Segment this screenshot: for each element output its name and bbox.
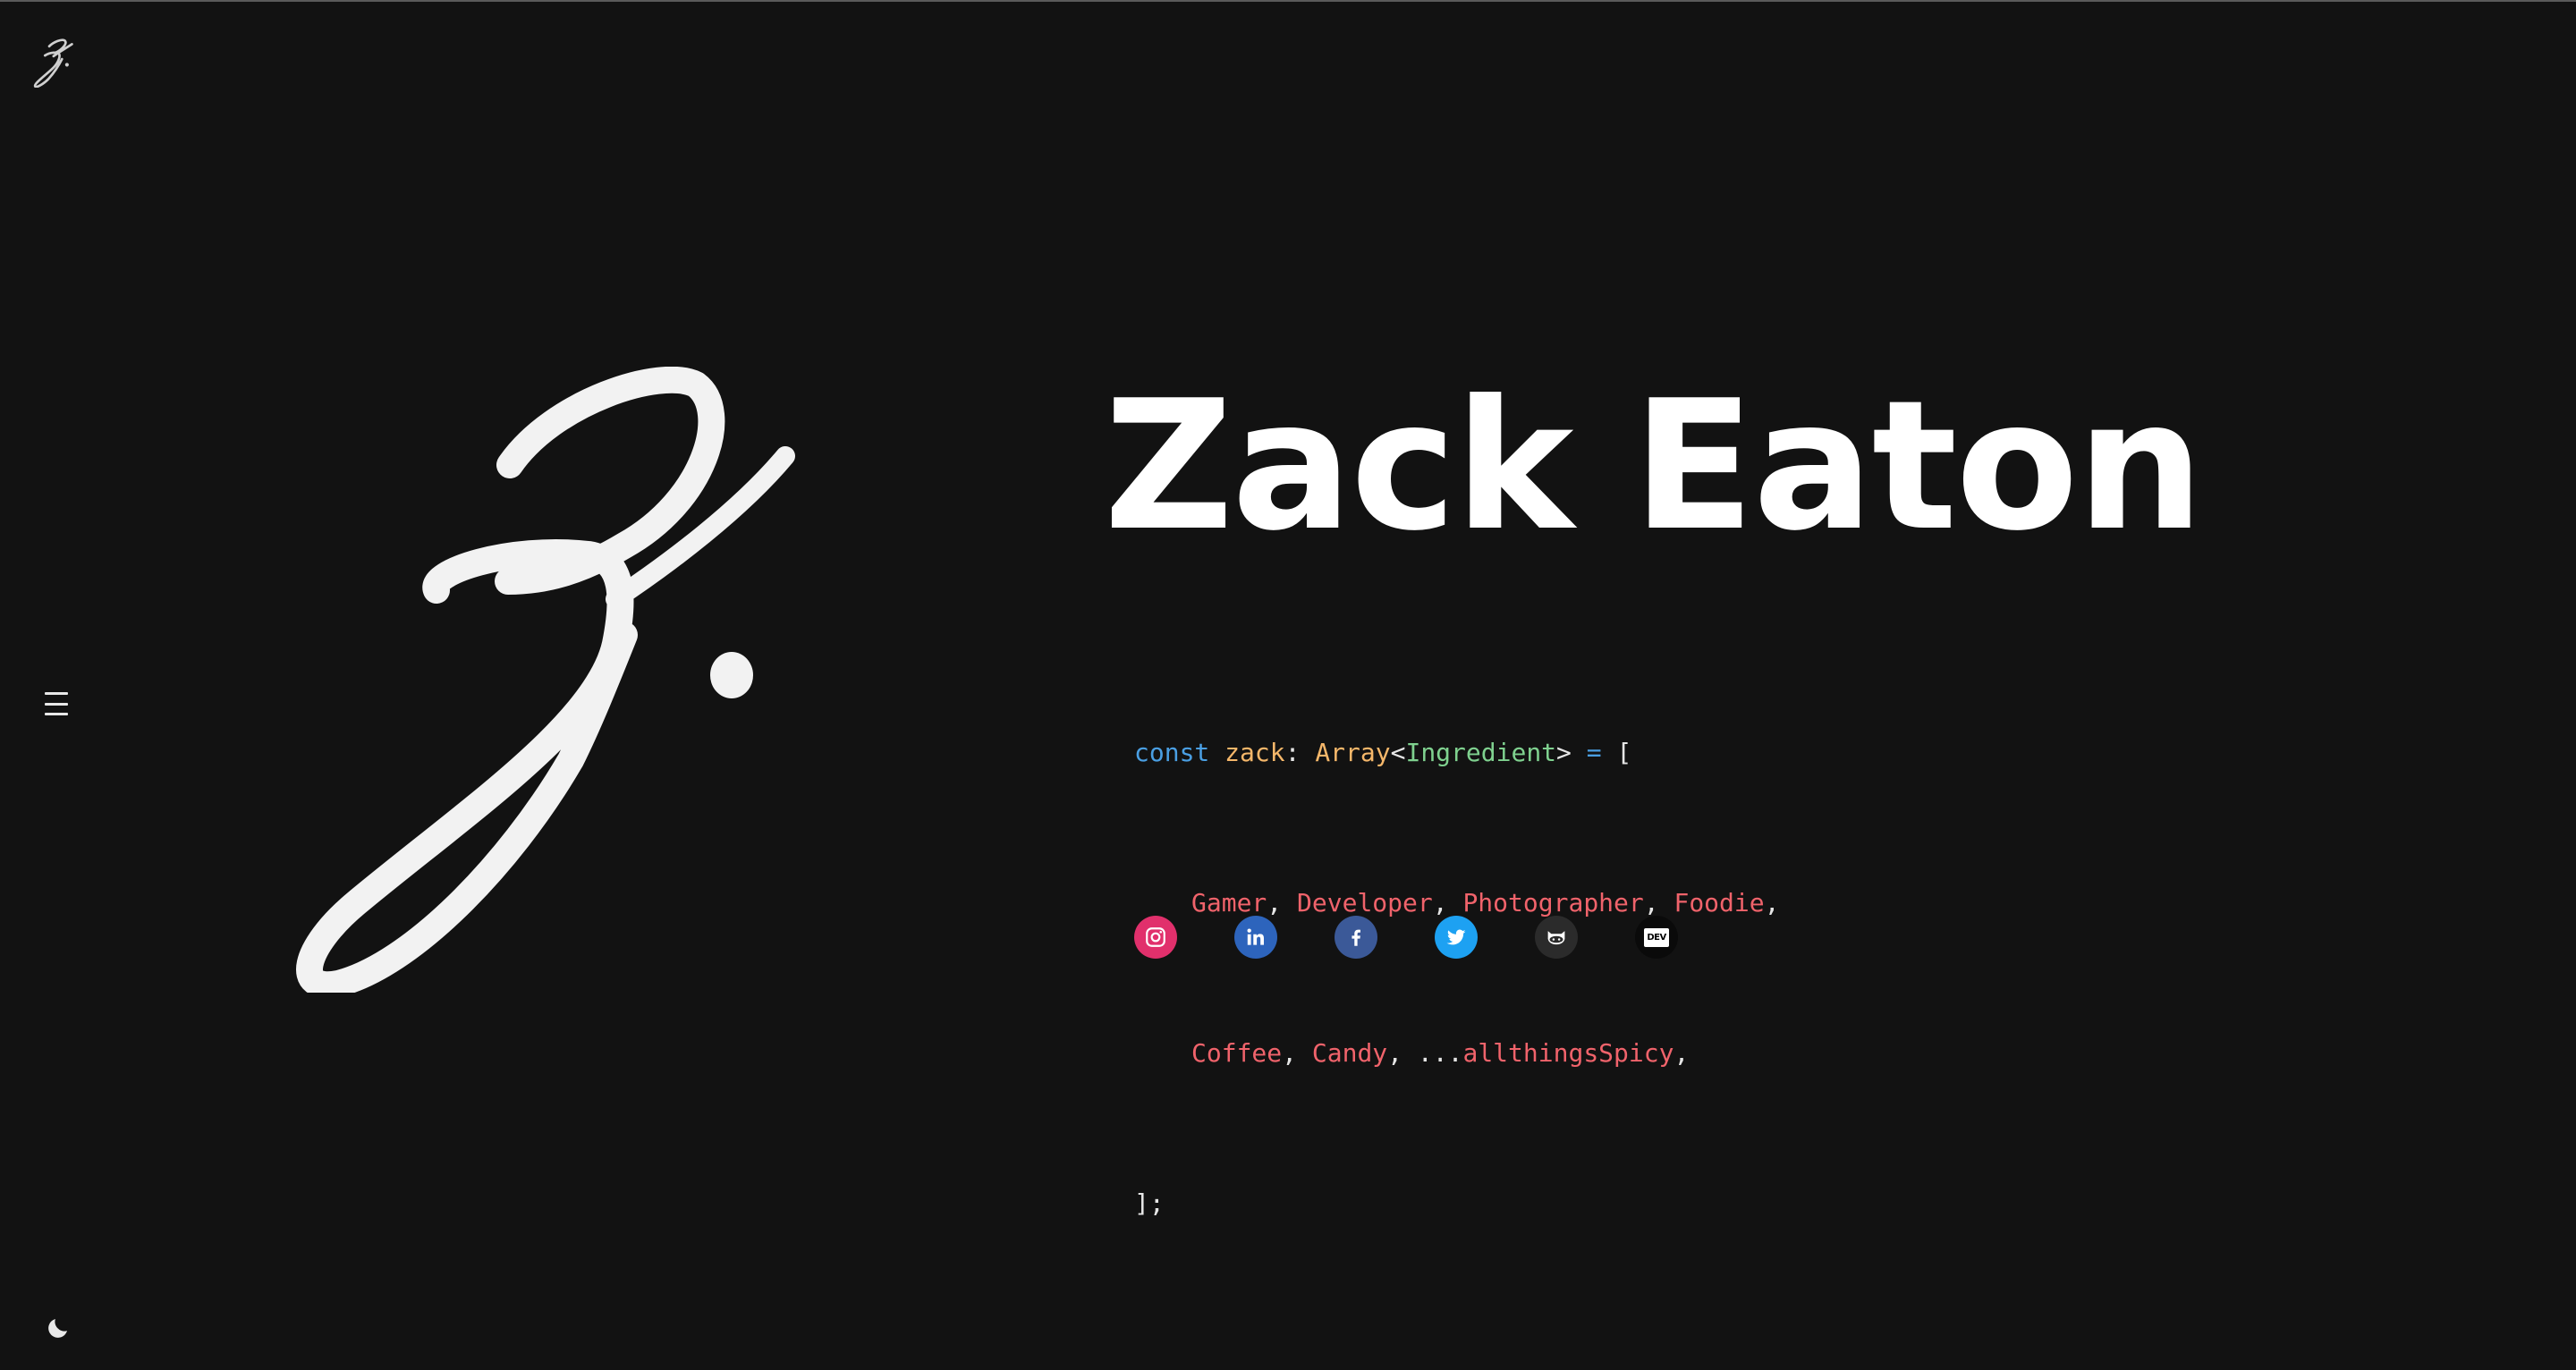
code-spread: ... bbox=[1417, 1038, 1463, 1068]
github-link[interactable] bbox=[1535, 916, 1578, 959]
linkedin-icon bbox=[1247, 928, 1264, 945]
code-generic: Ingredient bbox=[1405, 738, 1557, 767]
code-open-bracket: [ bbox=[1616, 738, 1632, 767]
code-item: Gamer bbox=[1191, 888, 1267, 918]
hero-signature-logo bbox=[284, 366, 803, 999]
code-comma: , bbox=[1764, 888, 1780, 918]
code-lt: < bbox=[1390, 738, 1406, 767]
facebook-link[interactable] bbox=[1335, 916, 1377, 959]
dev-icon: DEV bbox=[1644, 927, 1669, 947]
code-comma: , bbox=[1387, 1038, 1403, 1068]
twitter-icon bbox=[1446, 929, 1466, 945]
code-colon: : bbox=[1284, 738, 1301, 767]
code-line-1: const zack: Array<Ingredient> = [ bbox=[1134, 728, 1779, 778]
code-item: Developer bbox=[1297, 888, 1433, 918]
menu-button[interactable] bbox=[45, 692, 70, 715]
code-item: Photographer bbox=[1462, 888, 1644, 918]
dev-link[interactable]: DEV bbox=[1635, 916, 1678, 959]
code-comma: , bbox=[1643, 888, 1659, 918]
linkedin-link[interactable] bbox=[1234, 916, 1277, 959]
social-links: DEV bbox=[1134, 916, 1678, 959]
code-equals: = bbox=[1586, 738, 1602, 767]
facebook-icon bbox=[1352, 929, 1360, 946]
page-title: Zack Eaton bbox=[1104, 362, 2204, 571]
signature-z-logo-icon bbox=[296, 366, 795, 999]
code-comma: , bbox=[1432, 888, 1448, 918]
code-line-3: Coffee, Candy, ...allthingsSpicy, bbox=[1134, 1028, 1779, 1078]
twitter-link[interactable] bbox=[1435, 916, 1478, 959]
code-comma: , bbox=[1282, 1038, 1298, 1068]
code-variable: zack bbox=[1224, 738, 1285, 767]
code-keyword: const bbox=[1134, 738, 1210, 767]
hamburger-menu-bar bbox=[45, 702, 68, 706]
hamburger-menu-bar bbox=[45, 713, 68, 715]
code-comma: , bbox=[1267, 888, 1283, 918]
code-item: Candy bbox=[1311, 1038, 1388, 1068]
code-item: allthingsSpicy bbox=[1462, 1038, 1674, 1068]
home-logo-link[interactable] bbox=[32, 38, 73, 89]
hamburger-menu-icon bbox=[45, 692, 68, 695]
signature-z-logo-icon bbox=[33, 38, 73, 89]
moon-icon bbox=[48, 1319, 67, 1338]
code-comma: , bbox=[1674, 1038, 1690, 1068]
code-type: Array bbox=[1315, 738, 1391, 767]
code-item: Foodie bbox=[1674, 888, 1765, 918]
instagram-link[interactable] bbox=[1134, 916, 1177, 959]
github-icon bbox=[1547, 931, 1565, 945]
theme-toggle-button[interactable] bbox=[45, 1315, 72, 1341]
code-gt: > bbox=[1556, 738, 1572, 767]
instagram-icon bbox=[1146, 927, 1165, 947]
code-item: Coffee bbox=[1191, 1038, 1283, 1068]
code-line-4: ]; bbox=[1134, 1188, 1165, 1218]
